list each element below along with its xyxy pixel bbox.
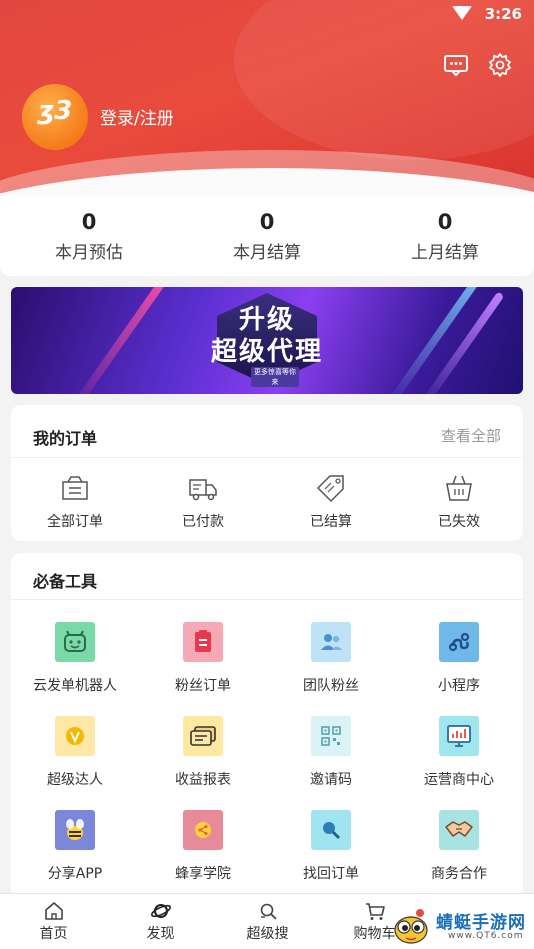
- tool-label: 分享APP: [47, 866, 103, 882]
- tool-earnings-report[interactable]: 收益报表: [139, 716, 267, 789]
- order-item-settled[interactable]: 已结算: [267, 473, 395, 531]
- tab-label: 首页: [39, 926, 68, 942]
- tool-cloud-robot[interactable]: 云发单机器人: [11, 622, 139, 695]
- tool-super-expert[interactable]: 超级达人: [11, 716, 139, 789]
- robot-icon: [55, 622, 95, 662]
- monitor-chart-icon: [439, 716, 479, 756]
- stat-label: 上月结算: [411, 243, 479, 263]
- stat-value: 0: [259, 210, 275, 234]
- gear-icon[interactable]: [487, 52, 513, 78]
- section-title: 必备工具: [33, 572, 98, 591]
- login-register-link[interactable]: 登录/注册: [100, 104, 174, 129]
- report-cards-icon: [183, 716, 223, 756]
- tool-label: 商务合作: [431, 866, 487, 882]
- essential-tools-card: 必备工具 云发单机器人 粉丝订单 团队粉丝 小程序 超级达人 收益报表 邀请码 …: [11, 553, 523, 898]
- tab-discover[interactable]: 发现: [107, 900, 214, 943]
- team-icon: [311, 622, 351, 662]
- upgrade-agent-banner[interactable]: 升级 超级代理 更多惊喜等你来: [11, 287, 523, 394]
- wifi-icon: [452, 6, 472, 20]
- divider: [11, 457, 523, 458]
- share-school-icon: [183, 810, 223, 850]
- tool-label: 团队粉丝: [303, 678, 359, 694]
- message-icon[interactable]: [443, 52, 469, 78]
- basket-icon: [446, 475, 472, 501]
- banner-cta: 更多惊喜等你来: [251, 367, 299, 387]
- tool-team-fans[interactable]: 团队粉丝: [267, 622, 395, 695]
- magnifier-icon: [311, 810, 351, 850]
- tool-label: 运营商中心: [424, 772, 494, 788]
- banner-title-line2: 超级代理: [210, 337, 323, 367]
- order-item-label: 已付款: [182, 514, 224, 530]
- order-item-label: 已失效: [438, 514, 480, 530]
- section-title: 我的订单: [33, 429, 98, 448]
- order-item-all[interactable]: 全部订单: [11, 473, 139, 531]
- mini-program-icon: [439, 622, 479, 662]
- home-icon: [44, 902, 63, 920]
- order-item-label: 全部订单: [47, 514, 103, 530]
- tool-share-app[interactable]: 分享APP: [11, 810, 139, 883]
- tool-label: 邀请码: [310, 772, 352, 788]
- tool-label: 粉丝订单: [175, 678, 231, 694]
- planet-icon: [150, 904, 171, 918]
- tool-fan-orders[interactable]: 粉丝订单: [139, 622, 267, 695]
- super-search-icon: [260, 903, 277, 920]
- avatar[interactable]: ʒ3: [22, 84, 88, 150]
- status-time: 3:26: [484, 5, 522, 23]
- tab-home[interactable]: 首页: [0, 900, 107, 943]
- tool-label: 小程序: [438, 678, 480, 694]
- dragonfly-mascot-icon: [394, 909, 428, 944]
- tab-label: 发现: [146, 926, 175, 942]
- stat-month-estimate[interactable]: 0 本月预估: [0, 210, 178, 263]
- divider: [11, 599, 523, 600]
- tool-recover-order[interactable]: 找回订单: [267, 810, 395, 883]
- tool-label: 云发单机器人: [33, 678, 117, 694]
- view-all-orders-link[interactable]: 查看全部: [441, 425, 501, 446]
- earnings-stats: 0 本月预估 0 本月结算 0 上月结算: [0, 196, 534, 276]
- tool-label: 超级达人: [47, 772, 103, 788]
- tool-share-school[interactable]: 蜂享学院: [139, 810, 267, 883]
- bee-icon: [55, 810, 95, 850]
- watermark: 蜻蜓手游网 www.QT6.com: [388, 906, 534, 949]
- stat-last-month-settled[interactable]: 0 上月结算: [356, 210, 534, 263]
- tool-label: 收益报表: [175, 772, 231, 788]
- avatar-logo: ʒ3: [37, 96, 73, 126]
- tool-label: 蜂享学院: [175, 866, 231, 882]
- watermark-url: www.QT6.com: [448, 931, 524, 941]
- sale-tag-icon: [316, 475, 344, 503]
- clipboard-icon: [183, 622, 223, 662]
- stat-month-settled[interactable]: 0 本月结算: [178, 210, 356, 263]
- tool-invite-code[interactable]: 邀请码: [267, 716, 395, 789]
- tool-business-cooperation[interactable]: 商务合作: [395, 810, 523, 883]
- order-item-paid[interactable]: 已付款: [139, 473, 267, 531]
- tab-label: 超级搜: [246, 926, 289, 942]
- stat-label: 本月结算: [233, 243, 301, 263]
- tool-label: 找回订单: [303, 866, 359, 882]
- status-bar: 3:26: [0, 0, 534, 30]
- stat-value: 0: [437, 210, 453, 234]
- orders-list-icon: [62, 476, 88, 500]
- watermark-text: 蜻蜓手游网: [436, 913, 526, 933]
- my-orders-card: 我的订单 查看全部 全部订单 已付款 已结算 已失效: [11, 405, 523, 541]
- cart-icon: [365, 903, 385, 920]
- delivery-truck-icon: [189, 479, 217, 501]
- order-item-expired[interactable]: 已失效: [395, 473, 523, 531]
- stat-value: 0: [81, 210, 97, 234]
- tool-mini-program[interactable]: 小程序: [395, 622, 523, 695]
- handshake-icon: [439, 810, 479, 850]
- expert-v-icon: [55, 716, 95, 756]
- tool-operator-center[interactable]: 运营商中心: [395, 716, 523, 789]
- stat-label: 本月预估: [55, 243, 123, 263]
- qr-code-icon: [311, 716, 351, 756]
- order-item-label: 已结算: [310, 514, 352, 530]
- tab-super-search[interactable]: 超级搜: [214, 900, 321, 943]
